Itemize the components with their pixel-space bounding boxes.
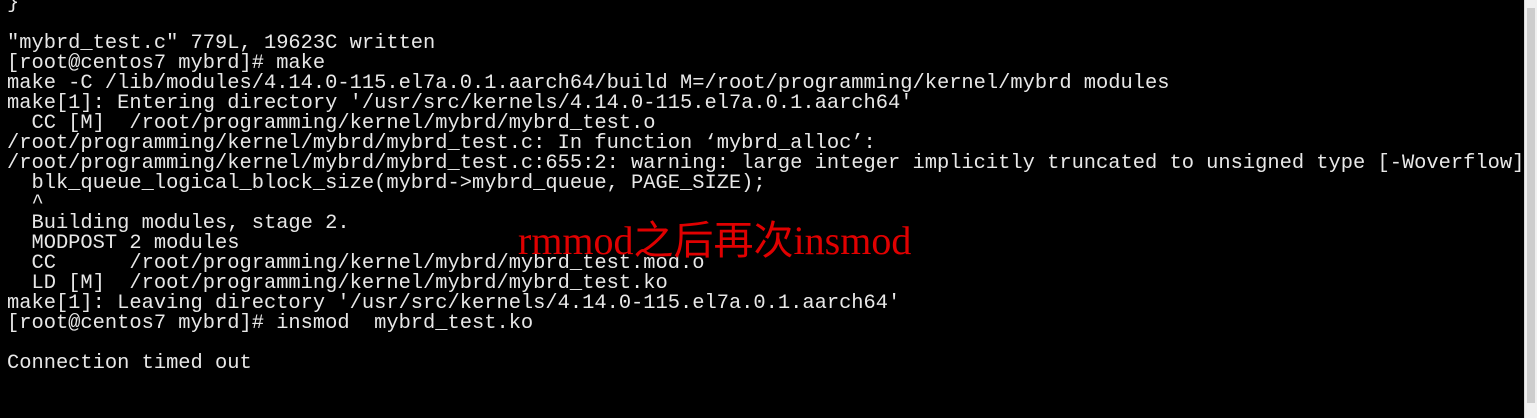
terminal-line: make -C /lib/modules/4.14.0-115.el7a.0.1…: [7, 72, 1170, 95]
terminal-line: blk_queue_logical_block_size(mybrd->mybr…: [7, 172, 766, 195]
terminal-line: LD [M] /root/programming/kernel/mybrd/my…: [7, 272, 668, 295]
red-annotation-text: rmmod之后再次insmod: [518, 218, 912, 263]
terminal-line: "mybrd_test.c" 779L, 19623C written: [7, 32, 436, 55]
terminal-line: /root/programming/kernel/mybrd/mybrd_tes…: [7, 132, 876, 155]
terminal-line: /root/programming/kernel/mybrd/mybrd_tes…: [7, 152, 1524, 175]
terminal-line: CC [M] /root/programming/kernel/mybrd/my…: [7, 112, 656, 135]
terminal-window[interactable]: } "mybrd_test.c" 779L, 19623C written [r…: [0, 0, 1524, 418]
terminal-line: make[1]: Leaving directory '/usr/src/ker…: [7, 292, 901, 315]
terminal-line: make[1]: Entering directory '/usr/src/ke…: [7, 92, 913, 115]
terminal-output: } "mybrd_test.c" 779L, 19623C written [r…: [7, 0, 1524, 374]
vertical-scrollbar[interactable]: [1524, 0, 1537, 418]
terminal-line: [root@centos7 mybrd]# insmod mybrd_test.…: [7, 312, 534, 335]
scrollbar-thumb[interactable]: [1527, 8, 1535, 403]
terminal-line: }: [7, 0, 20, 15]
terminal-line: Connection timed out: [7, 352, 252, 375]
terminal-line: ^: [7, 192, 44, 215]
terminal-line: [root@centos7 mybrd]# make: [7, 52, 326, 75]
